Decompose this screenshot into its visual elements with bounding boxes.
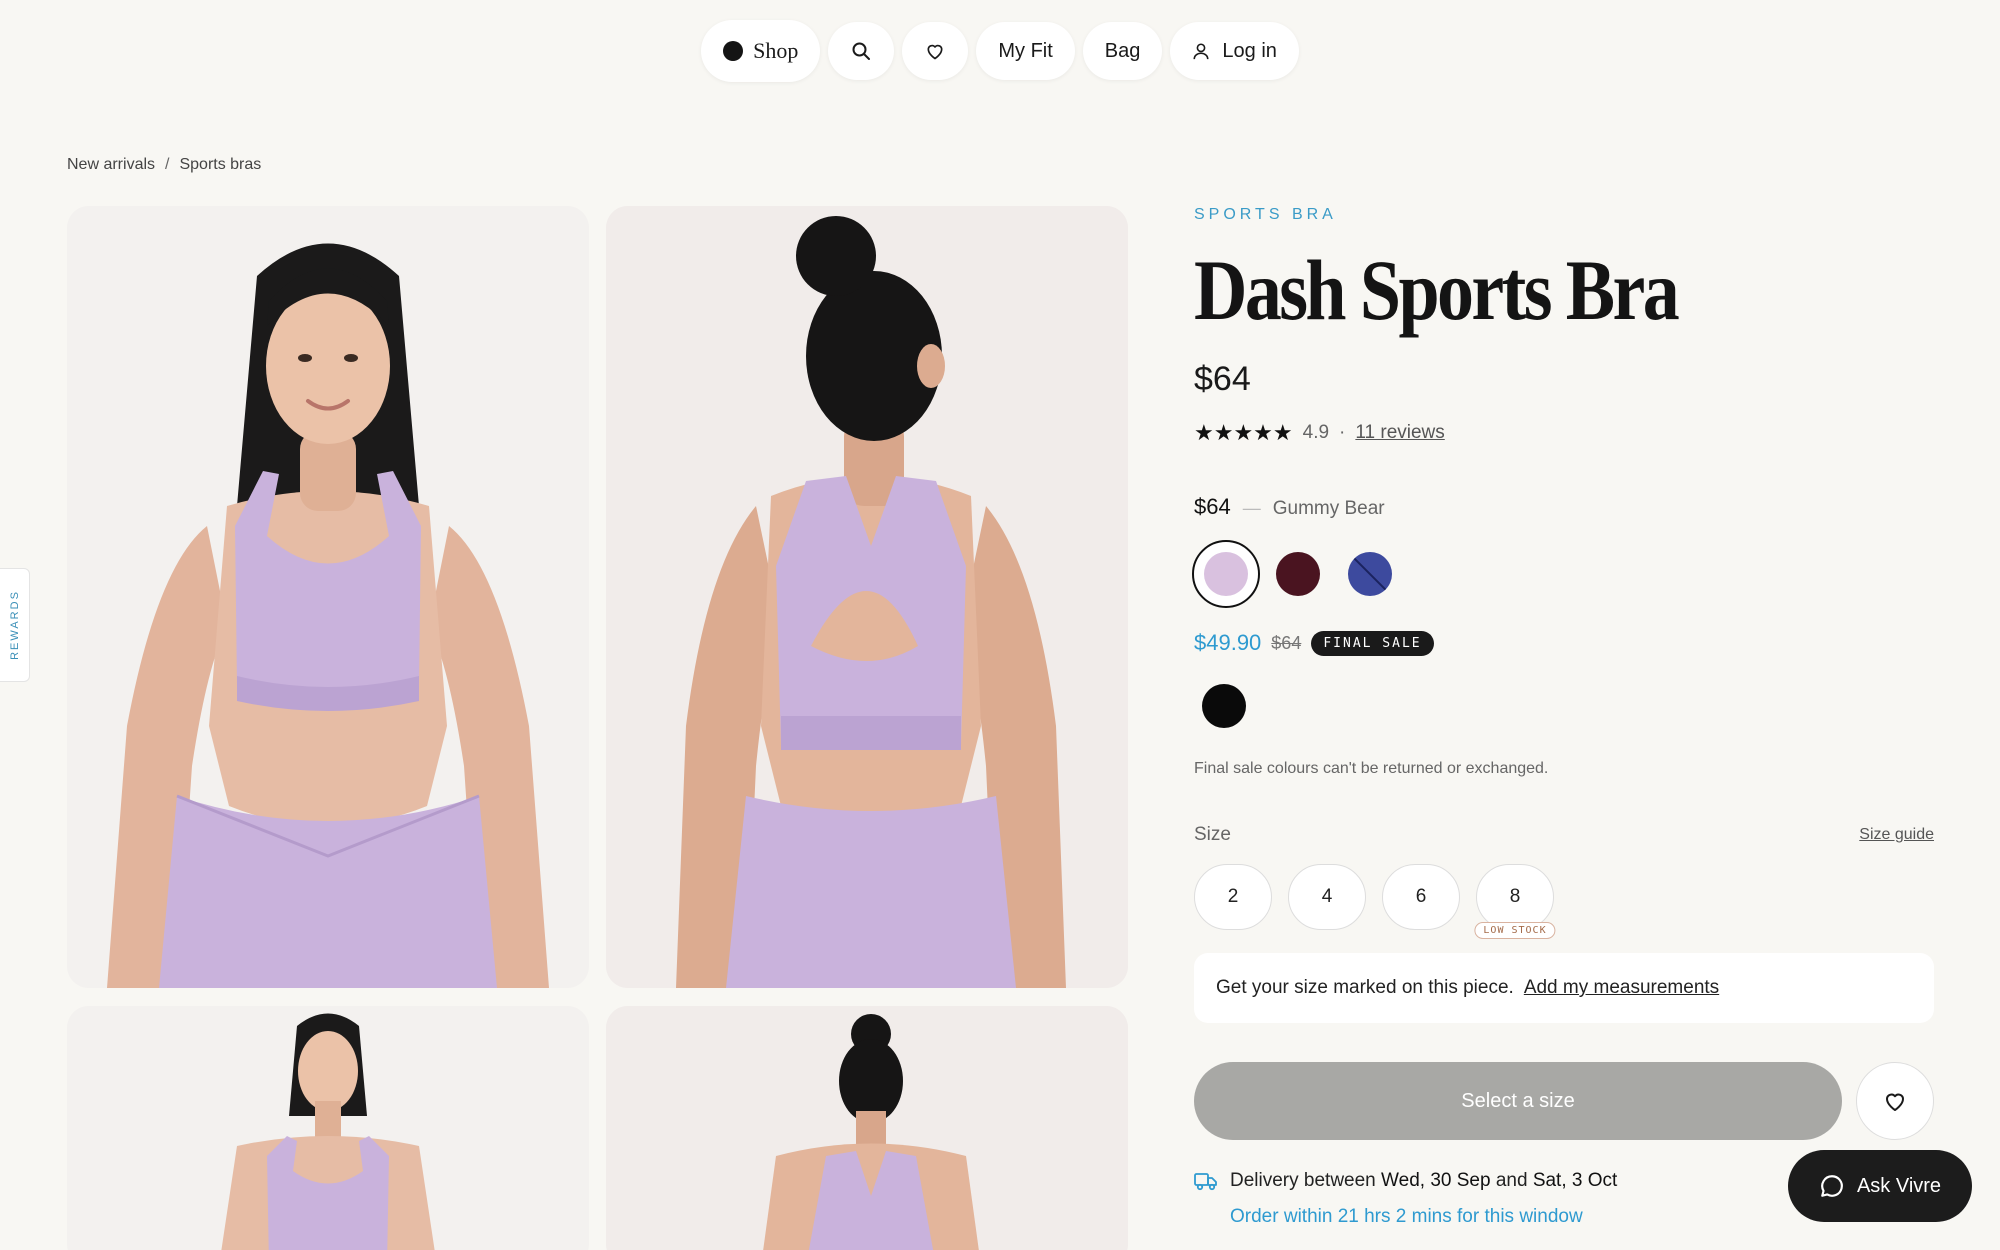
delivery-mid: and xyxy=(1490,1170,1533,1191)
order-window-text: Order within 21 hrs 2 mins for this wind… xyxy=(1230,1206,1583,1227)
rating-separator: · xyxy=(1339,422,1346,443)
size-option-label: 2 xyxy=(1227,886,1239,907)
breadcrumb-new-arrivals[interactable]: New arrivals xyxy=(67,156,155,174)
size-guide-link[interactable]: Size guide xyxy=(1859,826,1934,844)
size-option-4[interactable]: 4 xyxy=(1288,864,1366,930)
shop-label: Shop xyxy=(753,38,799,63)
size-option-8[interactable]: 8 LOW STOCK xyxy=(1474,864,1556,939)
delivery-prefix: Delivery between xyxy=(1230,1170,1382,1191)
search-icon xyxy=(852,42,871,60)
breadcrumb-separator: / xyxy=(165,156,170,173)
search-button[interactable] xyxy=(828,22,895,80)
swatch-blue-unavailable[interactable] xyxy=(1348,552,1392,596)
ask-vivre-chat-button[interactable]: Ask Vivre xyxy=(1788,1150,1972,1222)
size-option-label: 6 xyxy=(1415,886,1427,907)
shop-button[interactable]: Shop xyxy=(701,20,821,82)
final-sale-note: Final sale colours can't be returned or … xyxy=(1194,760,1549,777)
delivery-start: Wed, 30 Sep xyxy=(1381,1170,1491,1191)
product-gallery xyxy=(67,206,1128,1250)
product-price: $64 xyxy=(1194,360,1251,398)
top-nav: Shop My Fit Bag Log in xyxy=(0,20,2000,82)
measurements-banner: Get your size marked on this piece. Add … xyxy=(1194,953,1934,1023)
size-option-label: 8 xyxy=(1509,886,1521,907)
swatch-gummy-bear[interactable] xyxy=(1204,552,1248,596)
star-rating-icon: ★★★★★ xyxy=(1194,420,1293,445)
wishlist-button[interactable] xyxy=(902,22,969,80)
select-size-button[interactable]: Select a size xyxy=(1194,1062,1842,1140)
variant-row: $64 — Gummy Bear xyxy=(1194,494,1385,520)
swatch-burgundy[interactable] xyxy=(1276,552,1320,596)
bag-button[interactable]: Bag xyxy=(1082,22,1163,80)
chat-bubble-icon xyxy=(1821,1175,1843,1197)
shop-dot-icon xyxy=(723,41,744,61)
variant-dash: — xyxy=(1242,498,1261,518)
reviews-link[interactable]: 11 reviews xyxy=(1355,422,1444,444)
variant-price: $64 xyxy=(1194,494,1231,519)
measurements-text: Get your size marked on this piece. xyxy=(1216,977,1514,998)
product-image-front-full[interactable] xyxy=(67,1006,589,1250)
variant-colour-name: Gummy Bear xyxy=(1272,498,1385,519)
delivery-end: Sat, 3 Oct xyxy=(1532,1170,1618,1191)
login-button[interactable]: Log in xyxy=(1170,22,1299,80)
sale-price: $49.90 xyxy=(1194,630,1262,655)
size-options: 2 4 6 8 LOW STOCK xyxy=(1194,864,1556,939)
login-label: Log in xyxy=(1222,39,1277,62)
original-price: $64 xyxy=(1271,632,1302,653)
swatch-black[interactable] xyxy=(1202,684,1246,728)
heart-icon xyxy=(927,44,943,60)
product-image-back[interactable] xyxy=(606,206,1128,988)
breadcrumb-sports-bras[interactable]: Sports bras xyxy=(179,156,261,174)
delivery-text: Delivery between Wed, 30 Sep and Sat, 3 … xyxy=(1230,1170,1617,1192)
rating-row: ★★★★★ 4.9 · 11 reviews xyxy=(1194,420,1445,446)
add-measurements-link[interactable]: Add my measurements xyxy=(1524,977,1719,999)
rewards-tab[interactable]: REWARDS xyxy=(0,568,30,682)
size-option-6[interactable]: 6 xyxy=(1382,864,1460,930)
colour-swatches xyxy=(1192,540,1494,608)
product-image-back-full[interactable] xyxy=(606,1006,1128,1250)
add-to-wishlist-button[interactable] xyxy=(1856,1062,1934,1140)
heart-icon xyxy=(1886,1093,1904,1111)
user-icon xyxy=(1193,43,1209,60)
low-stock-badge: LOW STOCK xyxy=(1474,922,1556,939)
size-label: Size xyxy=(1194,824,1231,845)
rewards-label: REWARDS xyxy=(8,590,21,660)
size-option-label: 4 xyxy=(1321,886,1333,907)
ask-vivre-label: Ask Vivre xyxy=(1856,1174,1942,1197)
product-image-front[interactable] xyxy=(67,206,589,988)
final-sale-badge: FINAL SALE xyxy=(1311,630,1434,656)
sale-row: $49.90 $64 FINAL SALE xyxy=(1194,630,1434,656)
product-title: Dash Sports Bra xyxy=(1194,242,1680,338)
rating-value: 4.9 xyxy=(1302,422,1330,443)
my-fit-button[interactable]: My Fit xyxy=(976,22,1075,80)
breadcrumb: New arrivals / Sports bras xyxy=(67,156,261,174)
product-category: SPORTS BRA xyxy=(1194,206,1337,223)
delivery-info: Delivery between Wed, 30 Sep and Sat, 3 … xyxy=(1194,1170,1617,1192)
truck-icon xyxy=(1194,1173,1217,1191)
size-option-2[interactable]: 2 xyxy=(1194,864,1272,930)
